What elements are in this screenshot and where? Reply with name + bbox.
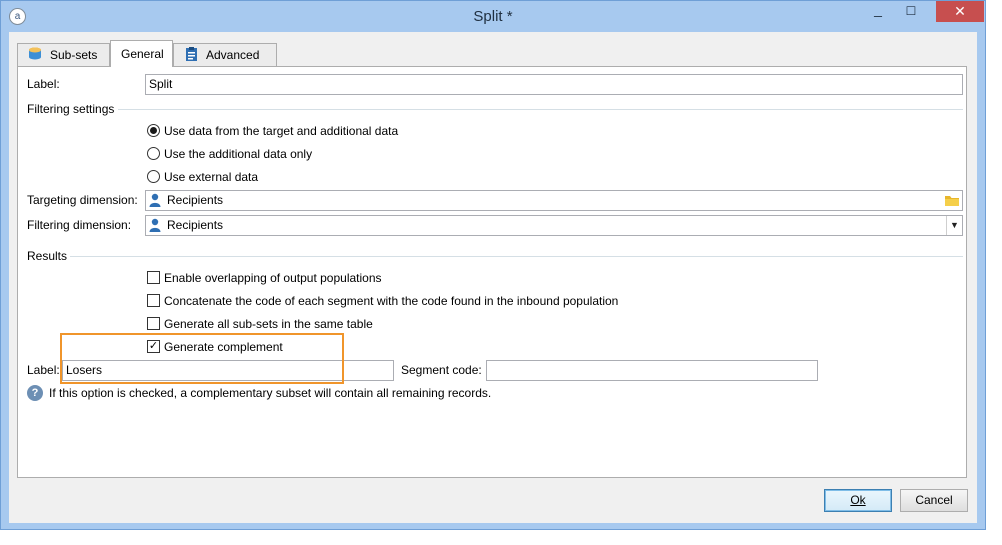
targeting-dimension-field[interactable]: Recipients [145,190,963,211]
info-text: If this option is checked, a complementa… [49,386,492,400]
dialog-client-area: Sub-sets General Advanced Label: Split F… [9,32,977,523]
database-icon [29,47,41,60]
results-heading: Results [27,249,68,263]
segment-code-field[interactable] [486,360,818,381]
maximize-button[interactable]: ☐ [896,1,926,23]
window-title: Split * [473,8,513,25]
radio-target-and-additional[interactable] [147,124,160,137]
filtering-dimension-caption: Filtering dimension: [27,218,132,232]
close-button[interactable]: ✕ [936,1,984,22]
highlight-box [60,333,344,384]
tab-general[interactable]: General [110,40,173,67]
tab-sub-sets-label: Sub-sets [50,48,98,62]
radio-target-and-additional-label[interactable]: Use data from the target and additional … [164,124,398,138]
filtering-settings-divider [118,109,963,110]
checkbox-concatenate-code[interactable] [147,294,160,307]
title-bar[interactable]: a Split * _ ☐ ✕ [1,1,985,32]
checkbox-concatenate-code-label[interactable]: Concatenate the code of each segment wit… [164,294,618,308]
info-icon: ? [27,385,43,401]
clipboard-icon [186,47,197,61]
segment-code-caption: Segment code: [401,363,482,377]
radio-external-data[interactable] [147,170,160,183]
complement-label-caption: Label: [27,363,60,377]
radio-additional-only[interactable] [147,147,160,160]
person-icon [149,218,161,232]
checkbox-same-table[interactable] [147,317,160,330]
ok-button-label: Ok [850,493,866,507]
targeting-dimension-value: Recipients [167,193,224,207]
tab-advanced[interactable]: Advanced [173,43,277,66]
targeting-dimension-caption: Targeting dimension: [27,193,138,207]
tab-advanced-label: Advanced [206,48,260,62]
label-caption: Label: [27,77,60,91]
filtering-dimension-select[interactable]: Recipients ▼ [145,215,963,236]
cancel-button[interactable]: Cancel [900,489,968,512]
minimize-button[interactable]: _ [863,1,893,23]
person-icon [149,193,161,207]
checkbox-overlapping[interactable] [147,271,160,284]
general-tab-panel: Label: Split Filtering settings Use data… [17,66,967,478]
radio-external-data-label[interactable]: Use external data [164,170,258,184]
cancel-button-label: Cancel [915,493,953,507]
ok-button[interactable]: Ok [824,489,892,512]
tab-sub-sets[interactable]: Sub-sets [17,43,110,66]
radio-additional-only-label[interactable]: Use the additional data only [164,147,312,161]
folder-icon[interactable] [944,193,960,208]
results-divider [70,256,963,257]
chevron-down-icon[interactable]: ▼ [946,216,962,235]
checkbox-same-table-label[interactable]: Generate all sub-sets in the same table [164,317,373,331]
filtering-dimension-value: Recipients [167,218,224,232]
label-field[interactable]: Split [145,74,963,95]
split-dialog-window: a Split * _ ☐ ✕ Sub-sets General Advance… [0,0,986,530]
filtering-settings-heading: Filtering settings [27,102,115,116]
checkbox-overlapping-label[interactable]: Enable overlapping of output populations [164,271,382,285]
tab-general-label: General [121,47,164,61]
